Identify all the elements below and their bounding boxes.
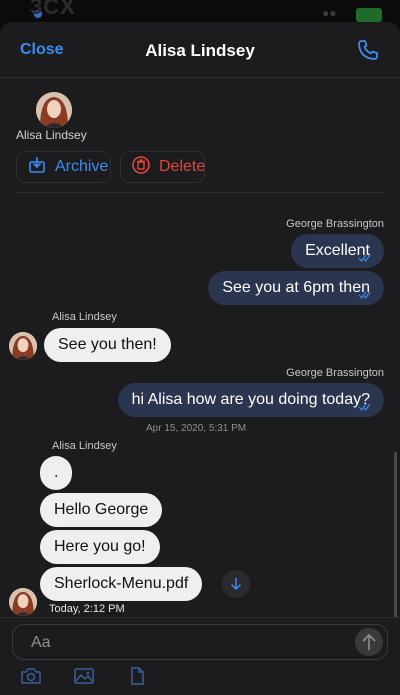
read-ticks-icon xyxy=(358,254,371,262)
message-bubble[interactable]: . xyxy=(40,456,73,490)
nav-bar: Close Alisa Lindsey xyxy=(0,22,400,78)
send-arrow-icon xyxy=(362,633,376,650)
delete-label: Delete xyxy=(159,158,206,175)
contact-name: Alisa Lindsey xyxy=(16,128,87,142)
contact-header: Alisa Lindsey Archive Delete xyxy=(0,78,400,193)
brand-logo: 3CX xyxy=(30,0,76,19)
message-bubble[interactable]: See you then! xyxy=(44,328,171,362)
read-ticks-icon xyxy=(358,403,371,411)
message-bubble[interactable]: hi Alisa how are you doing today? xyxy=(117,383,384,417)
message-timestamp: Today, 2:12 PM xyxy=(49,603,125,615)
sender-name: Alisa Lindsey xyxy=(52,311,117,323)
camera-icon[interactable] xyxy=(20,666,42,686)
scrollbar[interactable] xyxy=(394,452,397,622)
signal-icon: ●● xyxy=(322,6,337,20)
message-bubble[interactable]: Hello George xyxy=(40,493,163,527)
message-input[interactable]: Aa xyxy=(12,624,388,660)
download-icon xyxy=(230,578,242,591)
archive-button[interactable]: Archive xyxy=(16,151,111,183)
sender-name: Alisa Lindsey xyxy=(52,440,117,452)
download-button[interactable] xyxy=(222,570,250,598)
battery-icon xyxy=(356,8,382,22)
message-bubble[interactable]: Here you go! xyxy=(40,530,160,564)
sender-name: George Brassington xyxy=(286,218,384,230)
avatar[interactable] xyxy=(36,92,72,128)
divider xyxy=(16,192,384,193)
message-bubble[interactable]: See you at 6pm then xyxy=(208,271,384,305)
message-bubble[interactable]: Excellent xyxy=(291,234,384,268)
archive-icon xyxy=(27,155,47,180)
avatar xyxy=(9,588,37,616)
image-icon[interactable] xyxy=(73,666,95,686)
phone-icon[interactable] xyxy=(356,38,380,62)
page-title: Alisa Lindsey xyxy=(145,41,255,60)
avatar xyxy=(9,332,37,360)
delete-button[interactable]: Delete xyxy=(120,151,205,183)
send-button[interactable] xyxy=(355,628,383,656)
chat-sheet: Close Alisa Lindsey Alisa Lindsey Archiv… xyxy=(0,22,400,695)
file-icon[interactable] xyxy=(126,666,148,686)
archive-label: Archive xyxy=(55,158,109,175)
read-ticks-icon xyxy=(358,291,371,299)
sender-name: George Brassington xyxy=(286,367,384,379)
message-timestamp: Apr 15, 2020, 5:31 PM xyxy=(146,423,247,434)
composer: Aa xyxy=(0,617,400,695)
status-bar: 3CX ●● xyxy=(0,0,400,22)
trash-icon xyxy=(131,155,151,180)
attachment-bubble[interactable]: Sherlock-Menu.pdf xyxy=(40,567,203,601)
